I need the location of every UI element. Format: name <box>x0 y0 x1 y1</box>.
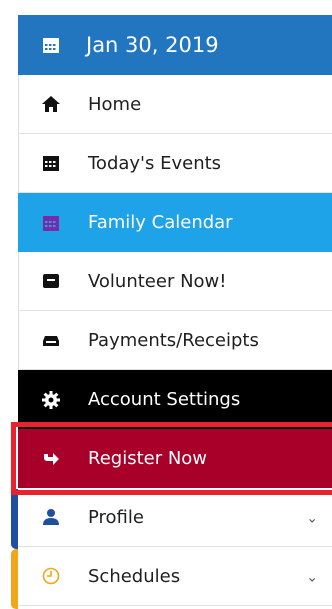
menu-item-label: Schedules <box>88 565 181 587</box>
menu-item-label: Register Now <box>88 448 208 469</box>
menu-item-label: Profile <box>88 506 144 528</box>
menu-item-label: Today's Events <box>88 152 222 174</box>
menu-item-profile[interactable]: Profile ⌄ <box>18 488 332 547</box>
menu-item-label: Family Calendar <box>88 212 233 233</box>
menu-item-payments[interactable]: Payments/Receipts <box>18 311 332 370</box>
menu-item-account-settings[interactable]: Account Settings <box>18 370 332 429</box>
calendar-icon <box>42 214 60 232</box>
menu-item-label: Home <box>88 93 142 115</box>
inbox-icon <box>42 272 60 290</box>
menu-item-register-now[interactable]: Register Now <box>18 429 332 488</box>
menu-item-schedules[interactable]: Schedules ⌄ <box>18 547 332 606</box>
menu-item-volunteer[interactable]: Volunteer Now! <box>18 252 332 311</box>
chevron-down-icon[interactable]: ⌄ <box>306 570 318 586</box>
menu-item-todays-events[interactable]: Today's Events <box>18 134 332 193</box>
calendar-icon <box>42 36 60 54</box>
user-icon <box>42 508 60 526</box>
date-header[interactable]: Jan 30, 2019 <box>18 15 332 75</box>
date-label: Jan 30, 2019 <box>86 33 219 57</box>
profile-accent-bar <box>11 489 18 549</box>
calendar-icon <box>42 154 60 172</box>
menu-item-home[interactable]: Home <box>18 75 332 134</box>
menu-item-label: Payments/Receipts <box>88 329 259 351</box>
chevron-down-icon[interactable]: ⌄ <box>306 511 318 527</box>
gear-icon <box>42 390 60 409</box>
menu-item-label: Volunteer Now! <box>88 270 227 292</box>
home-icon <box>42 95 60 113</box>
menu-item-family-calendar[interactable]: Family Calendar <box>18 193 332 252</box>
clock-icon <box>42 567 60 585</box>
sidebar-menu: Jan 30, 2019 Home Today's Events Family … <box>18 15 332 606</box>
schedules-accent-bar <box>11 549 18 609</box>
menu-item-label: Account Settings <box>88 389 241 410</box>
wallet-icon <box>42 331 60 349</box>
share-arrow-icon <box>42 450 60 468</box>
